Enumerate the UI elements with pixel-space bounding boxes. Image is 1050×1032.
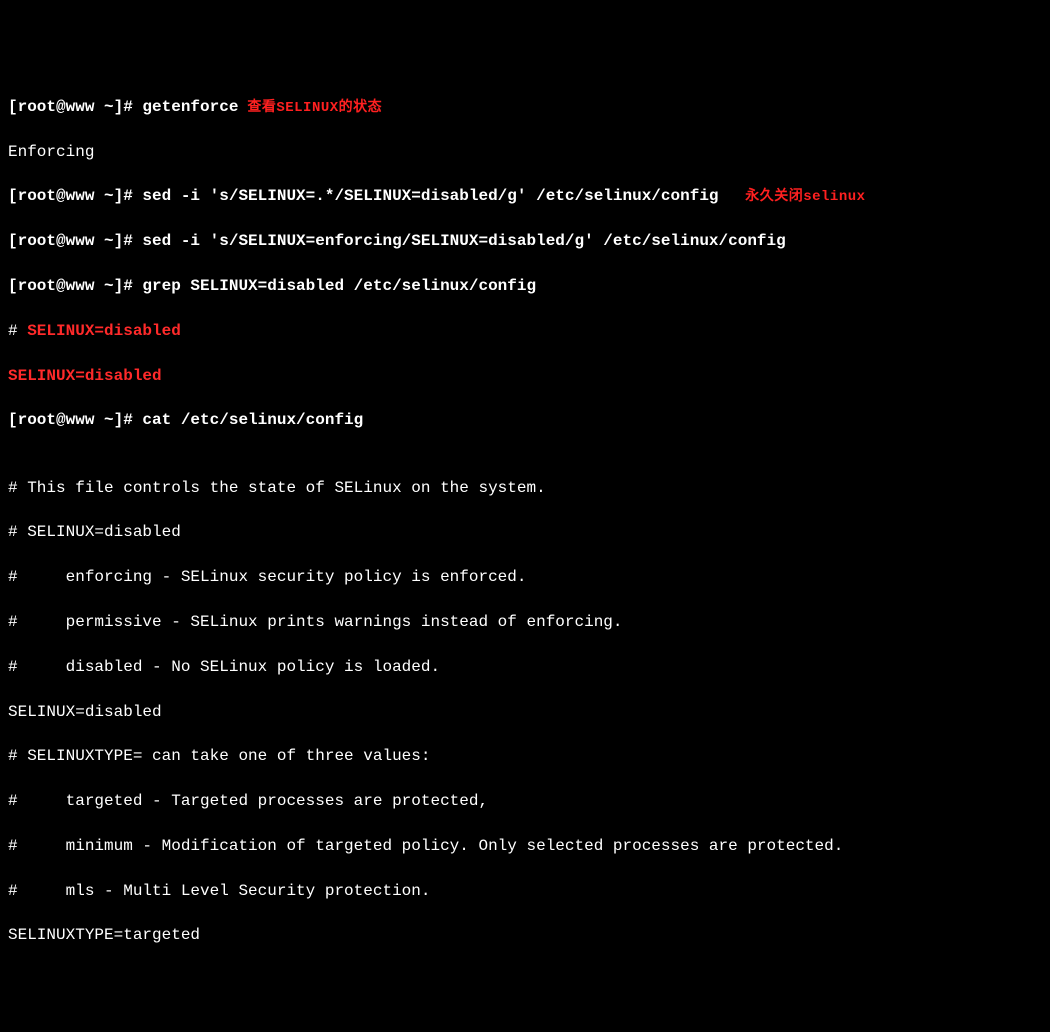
terminal-line[interactable]: [root@www ~]# sed -i 's/SELINUX=enforcin…: [8, 230, 1042, 252]
grep-comment-prefix: #: [8, 322, 27, 340]
config-file-line: SELINUX=disabled: [8, 701, 1042, 723]
config-file-line: # disabled - No SELinux policy is loaded…: [8, 656, 1042, 678]
annotation-getenforce: 查看SELINUX的状态: [238, 100, 382, 116]
command-text: getenforce: [142, 98, 238, 116]
config-file-line: SELINUXTYPE=targeted: [8, 924, 1042, 946]
grep-output-line-2: SELINUX=disabled: [8, 365, 1042, 387]
config-file-line: # This file controls the state of SELinu…: [8, 477, 1042, 499]
grep-match: SELINUX=disabled: [27, 322, 181, 340]
terminal-line[interactable]: [root@www ~]# getenforce 查看SELINUX的状态: [8, 96, 1042, 119]
config-file-line: # mls - Multi Level Security protection.: [8, 880, 1042, 902]
shell-prompt: [root@www ~]#: [8, 232, 142, 250]
shell-prompt: [root@www ~]#: [8, 187, 142, 205]
grep-output-line-1: # SELINUX=disabled: [8, 320, 1042, 342]
terminal-line[interactable]: [root@www ~]# grep SELINUX=disabled /etc…: [8, 275, 1042, 297]
command-text: sed -i 's/SELINUX=.*/SELINUX=disabled/g'…: [142, 187, 718, 205]
config-file-line: # targeted - Targeted processes are prot…: [8, 790, 1042, 812]
annotation-disable-selinux: 永久关闭selinux: [719, 189, 866, 205]
output-enforcing: Enforcing: [8, 141, 1042, 163]
shell-prompt: [root@www ~]#: [8, 411, 142, 429]
config-file-line: # SELINUX=disabled: [8, 521, 1042, 543]
config-file-line: # SELINUXTYPE= can take one of three val…: [8, 745, 1042, 767]
config-file-line: # permissive - SELinux prints warnings i…: [8, 611, 1042, 633]
shell-prompt: [root@www ~]#: [8, 277, 142, 295]
config-file-line: # minimum - Modification of targeted pol…: [8, 835, 1042, 857]
terminal-line[interactable]: [root@www ~]# cat /etc/selinux/config: [8, 409, 1042, 431]
config-file-line: # enforcing - SELinux security policy is…: [8, 566, 1042, 588]
command-text: grep SELINUX=disabled /etc/selinux/confi…: [142, 277, 536, 295]
shell-prompt: [root@www ~]#: [8, 98, 142, 116]
command-text: cat /etc/selinux/config: [142, 411, 363, 429]
terminal-line[interactable]: [root@www ~]# sed -i 's/SELINUX=.*/SELIN…: [8, 185, 1042, 208]
command-text: sed -i 's/SELINUX=enforcing/SELINUX=disa…: [142, 232, 785, 250]
